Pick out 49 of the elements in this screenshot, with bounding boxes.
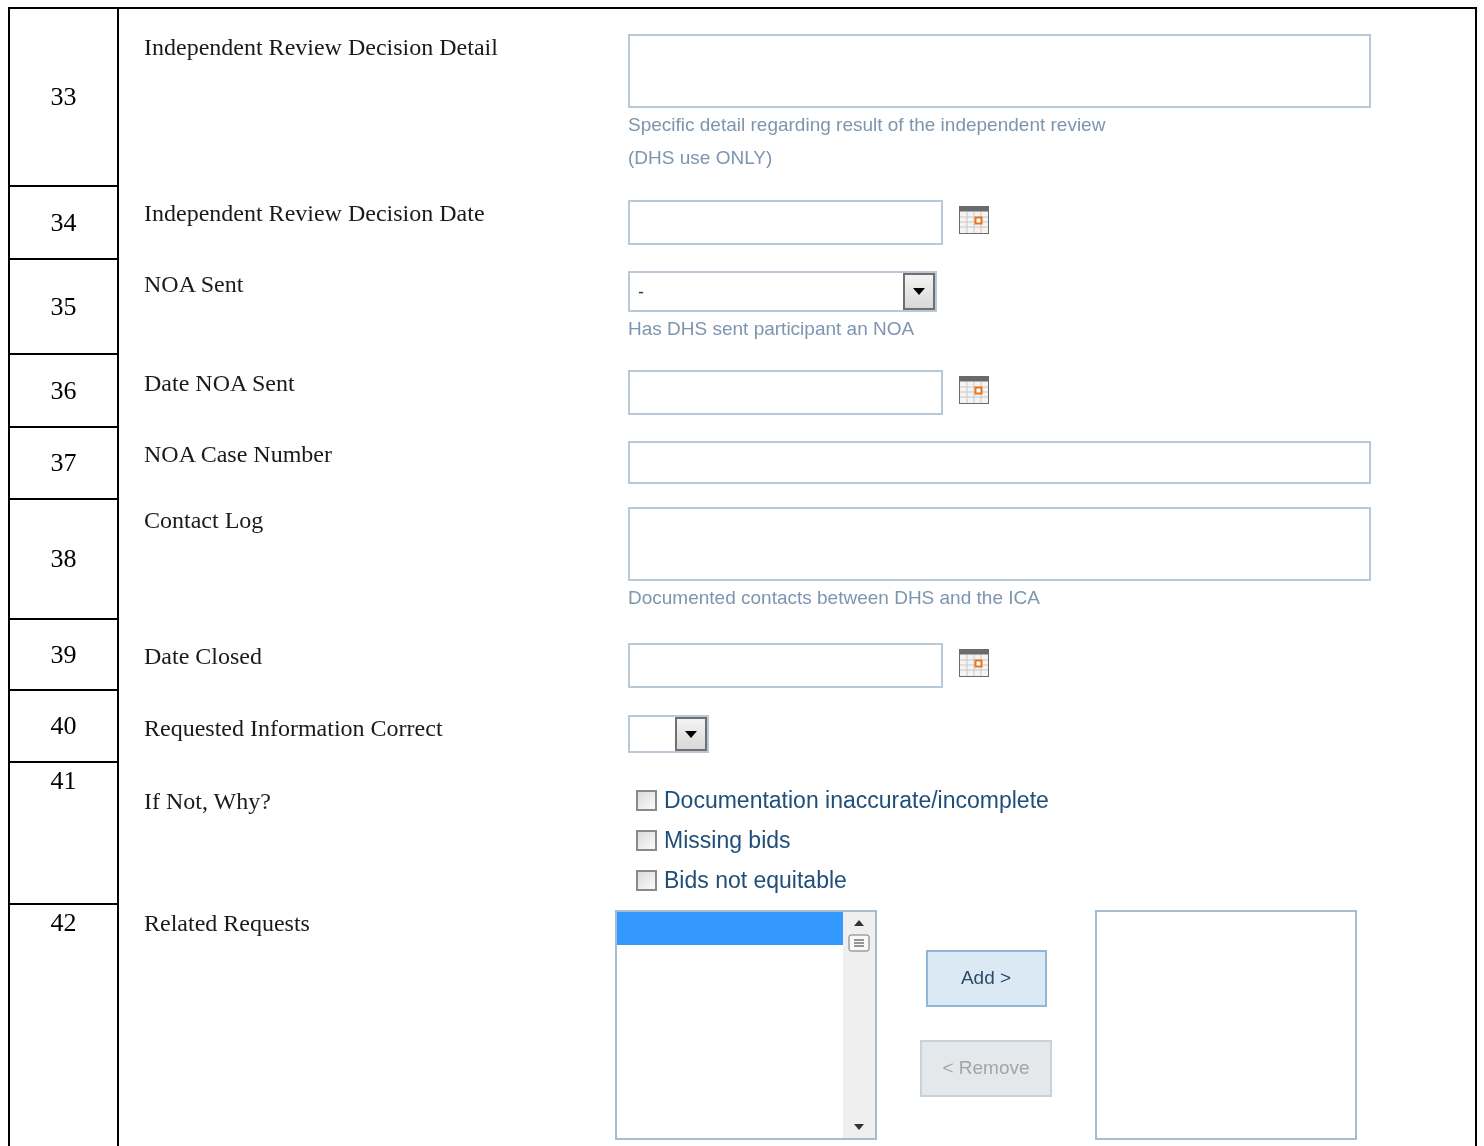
caret-icon [913,288,925,295]
field-label: If Not, Why? [144,788,271,814]
scroll-down-arrow-icon[interactable] [854,1124,864,1130]
field-label: Date Closed [144,643,262,669]
row-number: 41 [50,766,77,796]
checkbox-label: Missing bids [664,826,791,854]
checkbox[interactable] [636,869,657,891]
field-label: Independent Review Decision Date [144,200,485,226]
field-label: Requested Information Correct [144,715,443,741]
scroll-thumb-icon[interactable] [846,934,872,952]
field-hint: Documented contacts between DHS and the ICA [628,586,1041,610]
caret-icon [685,730,697,738]
field-label: Independent Review Decision Detail [144,34,498,60]
row-number: 34 [50,207,77,238]
row-number: 33 [50,82,77,112]
row-number: 36 [50,375,77,406]
checkbox[interactable] [636,789,657,811]
date-field[interactable] [628,370,943,415]
field-label: Related Requests [144,910,310,936]
row-number: 37 [50,448,77,478]
scroll-up-arrow-icon[interactable] [854,920,864,926]
dropdown[interactable] [628,715,709,753]
field-label: NOA Case Number [144,441,332,467]
date-field[interactable] [628,643,943,688]
row-number: 40 [50,711,77,741]
calendar-icon[interactable] [959,206,989,234]
row-number: 39 [50,639,77,670]
date-field[interactable] [628,200,943,245]
text-field[interactable] [628,441,1371,484]
dropdown[interactable]: - [628,271,937,312]
field-hint: (DHS use ONLY) [628,146,774,170]
calendar-icon[interactable] [959,649,989,677]
text-area[interactable] [628,34,1371,108]
text-area[interactable] [628,507,1371,581]
field-hint: Has DHS sent participant an NOA [628,317,916,341]
row-number: 42 [50,908,77,938]
list-box[interactable] [1095,910,1357,1140]
add-button[interactable]: Add > [925,950,1047,1007]
field-hint: Specific detail regarding result of the independent review [628,113,1107,137]
calendar-icon[interactable] [959,376,989,404]
checkbox-label: Documentation inaccurate/incomplete [664,786,1049,814]
checkbox-label: Bids not equitable [664,866,847,894]
scrollbar[interactable] [843,912,875,1138]
field-label: Date NOA Sent [144,370,295,396]
field-label: Contact Log [144,507,264,533]
field-label: NOA Sent [144,271,244,297]
row-number: 38 [50,544,77,574]
checkbox[interactable] [636,829,657,851]
row-number: 35 [50,291,77,322]
